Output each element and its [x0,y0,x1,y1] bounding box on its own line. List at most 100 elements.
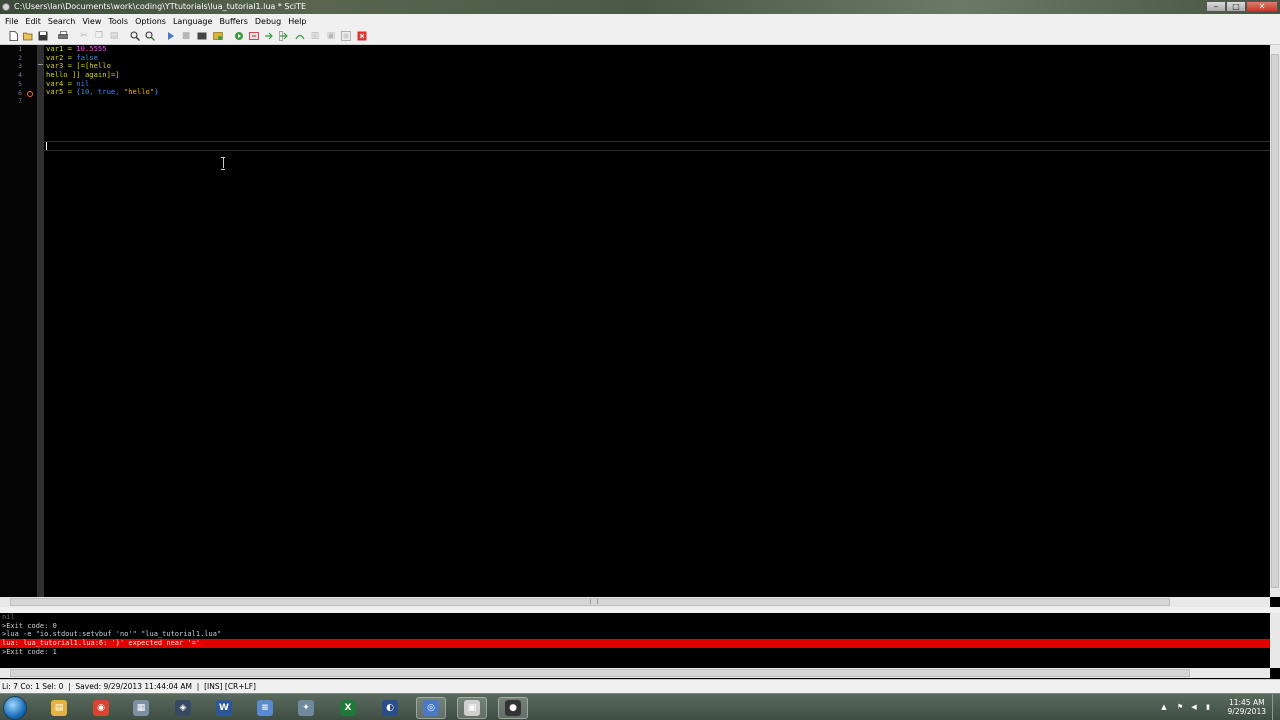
toolbar: ✂ ❐ ▤ ■ ▥ ▣ [0,28,1280,45]
taskbar-app[interactable]: ≡ [250,697,280,719]
taskbar-app[interactable]: ◐ [375,697,405,719]
ibeam-cursor-icon [221,157,225,170]
copy-icon[interactable]: ❐ [94,31,104,41]
menu-language[interactable]: Language [173,17,217,26]
code-text: var2 = [46,52,77,62]
debug-step-icon[interactable] [249,31,259,41]
excel-icon: X [340,700,356,716]
code-line[interactable]: var3 = [=[hello [46,62,1270,71]
obs-icon: ● [505,700,521,716]
scrollbar-thumb[interactable] [1271,54,1279,588]
code-editor[interactable]: 1 2 3 4 5 6 7 var1 = 10.5555 var2 = fals… [0,44,1280,597]
word-icon: W [216,700,232,716]
current-line-highlight [44,141,1280,151]
line-number: 4 [18,71,22,80]
paste-icon[interactable]: ▤ [109,31,119,41]
taskbar: ▤ ◉ ▦ ◈ W ≡ ✦ X ◐ ◎ ▣ ● ▲ ⚑ ◀ ▮ 11:45 AM 9/29/2013 [0,693,1280,720]
debug-clear-icon[interactable] [341,31,351,41]
code-line[interactable]: var5 = {10, true, "hello"} [46,88,1270,97]
taskbar-app[interactable]: ✦ [291,697,321,719]
code-lines[interactable]: var1 = 10.5555 var2 = false var3 = [=[he… [46,44,1270,106]
debug-over-icon[interactable] [295,31,305,41]
taskbar-app[interactable]: ◉ [86,697,116,719]
output-line: >Exit code: 1 [2,647,57,656]
menu-buffers[interactable]: Buffers [219,17,252,26]
tray-volume-icon[interactable]: ◀ [1190,703,1198,711]
debug-run-icon[interactable] [234,31,244,41]
print-icon[interactable] [58,31,68,41]
menu-tools[interactable]: Tools [108,17,133,26]
code-line[interactable]: hello ]] again]=] [46,70,1270,80]
taskbar-app[interactable]: ◈ [168,697,198,719]
tray-expand-icon[interactable]: ▲ [1160,703,1168,711]
menu-help[interactable]: Help [288,17,311,26]
fold-minus-icon[interactable] [38,64,43,65]
tray-flag-icon[interactable]: ⚑ [1176,703,1184,711]
debug-out-icon[interactable] [279,31,289,41]
error-marker-icon [27,91,33,97]
editor-vertical-scrollbar[interactable] [1270,45,1280,597]
debug-kill-icon[interactable] [357,31,367,41]
scite-icon: ▣ [464,700,480,716]
line-number: 5 [18,79,22,88]
scrollbar-grip-icon [590,599,598,604]
fold-margin[interactable] [37,45,44,597]
menu-debug[interactable]: Debug [255,17,286,26]
menu-edit[interactable]: Edit [25,17,46,26]
menu-file[interactable]: File [5,17,23,26]
output-pane[interactable]: nil >Exit code: 0 >lua -e "io.stdout:set… [0,613,1270,668]
menu-search[interactable]: Search [48,17,80,26]
network-icon: ✦ [298,700,314,716]
taskbar-app[interactable]: ● [498,697,528,719]
cut-icon[interactable]: ✂ [79,31,89,41]
find-icon[interactable] [130,31,140,41]
text-caret [46,142,47,150]
compile-icon[interactable] [166,31,176,41]
taskbar-app[interactable]: W [209,697,239,719]
editor-horizontal-scrollbar[interactable] [0,597,1270,607]
scite-app-icon[interactable] [2,3,10,11]
code-line[interactable]: var4 = nil [46,79,1270,89]
new-file-icon[interactable] [8,31,18,41]
code-number: 10.5555 [76,44,107,53]
menu-options[interactable]: Options [135,17,171,26]
close-button[interactable]: ✕ [1246,1,1278,12]
open-file-icon[interactable] [23,31,33,41]
code-line[interactable]: var2 = false [46,52,1270,63]
line-number: 7 [18,97,22,106]
scrollbar-thumb[interactable] [10,669,1190,677]
status-bar: Li: 7 Co: 1 Sel: 0 | Saved: 9/29/2013 11… [0,679,1280,693]
code-string: "hello" [123,87,155,97]
go-icon[interactable] [213,31,223,41]
taskbar-clock[interactable]: 11:45 AM 9/29/2013 [1228,698,1266,716]
stop-icon[interactable]: ■ [181,31,191,41]
taskbar-app[interactable]: ◎ [416,697,446,719]
vpn-icon: ◎ [423,700,439,716]
menu-view[interactable]: View [82,17,106,26]
code-line[interactable]: var1 = 10.5555 [46,44,1270,54]
taskbar-app[interactable]: ▣ [457,697,487,719]
taskbar-app[interactable]: X [333,697,363,719]
taskbar-app[interactable]: ▤ [44,697,74,719]
window-controls: ‒ □ ✕ [1206,1,1278,12]
save-icon[interactable] [38,31,48,41]
output-horizontal-scrollbar[interactable] [0,668,1270,678]
clock-time: 11:45 AM [1228,698,1265,707]
debug-next-icon[interactable] [264,31,274,41]
show-desktop-button[interactable] [1272,694,1280,720]
code-text: var1 = [46,44,77,53]
output-vertical-scrollbar[interactable] [1270,613,1280,668]
code-line[interactable] [46,97,1270,106]
start-button[interactable] [3,696,27,720]
media-icon: ◐ [382,700,398,716]
minimize-button[interactable]: ‒ [1206,1,1226,12]
debug-break-icon[interactable]: ▣ [326,31,336,41]
debug-watch-icon[interactable]: ▥ [310,31,320,41]
maximize-button[interactable]: □ [1226,1,1246,12]
build-icon[interactable] [197,31,207,41]
replace-icon[interactable] [145,31,155,41]
tray-network-icon[interactable]: ▮ [1204,703,1212,711]
taskbar-app[interactable]: ▦ [126,697,156,719]
code-table-close: } [154,87,159,97]
output-line: >lua -e "io.stdout:setvbuf 'no'" "lua_tu… [2,630,222,639]
